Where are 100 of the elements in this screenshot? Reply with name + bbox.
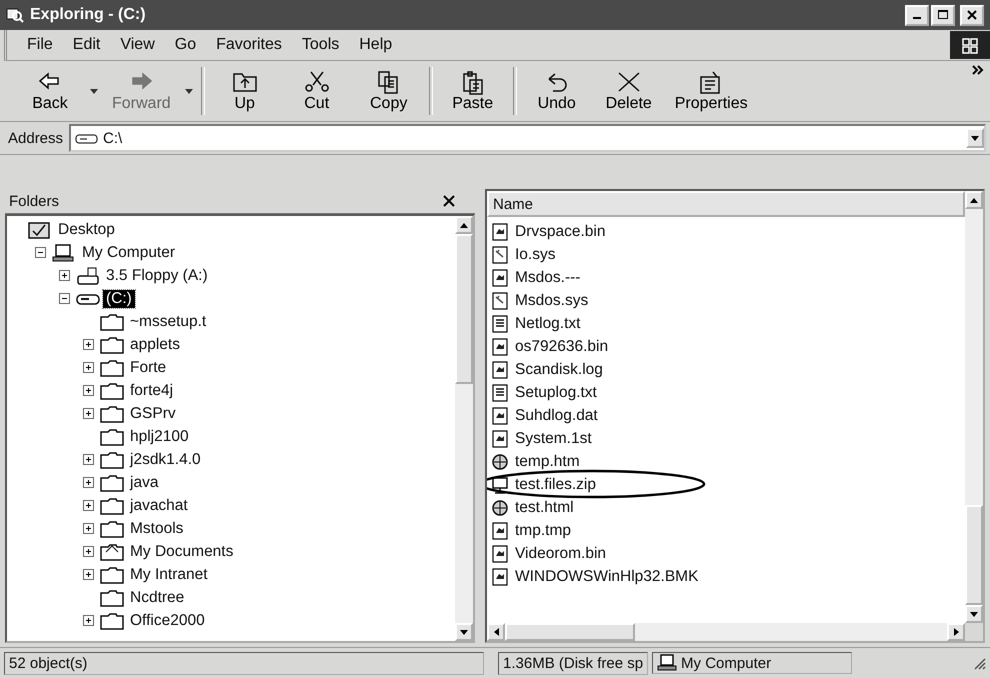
menu-item[interactable]: Go (166, 34, 204, 56)
scroll-up-icon[interactable] (970, 198, 978, 202)
close-icon[interactable] (443, 195, 455, 207)
tree-item[interactable]: applets (127, 336, 183, 354)
tree-item[interactable]: ~mssetup.t (127, 312, 210, 330)
scrollbar[interactable] (965, 191, 983, 641)
tree-item[interactable]: hplj2100 (127, 428, 192, 446)
collapse-icon[interactable] (35, 247, 46, 258)
toolbar-button[interactable]: Up (208, 67, 281, 115)
minimize-icon (913, 17, 921, 19)
address-label: Address (8, 130, 64, 146)
tree-item[interactable]: Forte (127, 358, 170, 376)
menu-item[interactable]: View (112, 34, 163, 56)
tree-item[interactable]: Desktop (55, 220, 118, 238)
scroll-up-icon[interactable] (460, 222, 468, 228)
tree-item[interactable]: My Intranet (127, 566, 211, 584)
expand-icon[interactable] (83, 408, 94, 419)
column-header[interactable]: Name (487, 191, 965, 217)
documents-folder-icon (99, 542, 125, 562)
expand-icon[interactable] (83, 615, 94, 626)
menu-item[interactable]: File (19, 34, 61, 56)
tree-item[interactable]: My Computer (79, 244, 178, 262)
expand-icon[interactable] (83, 500, 94, 511)
menu-item[interactable]: Favorites (208, 34, 290, 56)
address-field[interactable]: C:\ (69, 124, 986, 152)
status-text: My Computer (681, 654, 772, 672)
close-icon (967, 10, 977, 20)
resize-grip-icon[interactable] (972, 656, 986, 670)
tree-item[interactable]: java (127, 474, 162, 492)
folder-icon (99, 564, 125, 584)
expand-icon[interactable] (83, 523, 94, 534)
folder-icon (99, 380, 125, 400)
menu-item[interactable]: Help (351, 34, 400, 56)
status-text: 1.36MB (Disk free sp (498, 652, 648, 674)
dropdown-button[interactable] (966, 128, 984, 148)
scroll-down-icon[interactable] (460, 630, 468, 634)
tree-item[interactable]: Ncdtree (127, 588, 188, 606)
expand-icon[interactable] (59, 270, 70, 281)
window-title: Exploring - (C:) (30, 6, 146, 24)
dropdown-caret-icon[interactable] (90, 88, 98, 94)
file-name[interactable]: Scandisk.log (515, 360, 603, 378)
file-name[interactable]: os792636.bin (515, 338, 608, 356)
file-name[interactable]: Suhdlog.dat (515, 406, 598, 424)
toolbar-button[interactable]: Copy (352, 67, 425, 115)
file-name[interactable]: Videorom.bin (515, 544, 606, 562)
file-name[interactable]: temp.htm (515, 452, 580, 470)
file-name[interactable]: test.html (515, 498, 574, 516)
scrollbar-thumb[interactable] (505, 623, 635, 641)
file-name[interactable]: WINDOWSWinHlp32.BMK (515, 568, 698, 586)
file-name[interactable]: tmp.tmp (515, 522, 571, 540)
tree-item[interactable]: j2sdk1.4.0 (127, 450, 204, 468)
computer-icon (657, 654, 678, 672)
file-name[interactable]: Drvspace.bin (515, 222, 606, 240)
expand-icon[interactable] (83, 385, 94, 396)
folder-icon (99, 610, 125, 630)
expand-icon[interactable] (83, 569, 94, 580)
tree-item[interactable]: Mstools (127, 520, 186, 538)
expand-icon[interactable] (83, 546, 94, 557)
toolbar-button[interactable]: Back (14, 67, 86, 115)
close-button[interactable] (960, 4, 984, 26)
folder-icon (99, 472, 125, 492)
maximize-button[interactable] (931, 4, 955, 26)
expand-icon[interactable] (83, 454, 94, 465)
minimize-button[interactable] (905, 4, 929, 26)
scroll-left-icon[interactable] (494, 628, 498, 636)
expand-icon[interactable] (83, 477, 94, 488)
expand-icon[interactable] (83, 339, 94, 350)
tree-item[interactable]: Office2000 (127, 612, 208, 630)
file-name[interactable]: Msdos.sys (515, 292, 588, 310)
tree-item[interactable]: GSPrv (127, 404, 179, 422)
toolbar-button[interactable]: Delete (592, 67, 665, 115)
chevron-icon[interactable] (972, 65, 984, 75)
tree-item[interactable]: javachat (127, 496, 191, 514)
folder-icon (99, 358, 125, 378)
file-name[interactable]: Io.sys (515, 246, 556, 264)
scrollbar[interactable] (455, 216, 473, 641)
tree-item[interactable]: (C:) (103, 290, 135, 308)
tree-item[interactable]: 3.5 Floppy (A:) (103, 266, 211, 284)
scrollbar-thumb[interactable] (455, 234, 473, 384)
menu-item[interactable]: Tools (294, 34, 348, 56)
tree-item[interactable]: forte4j (127, 382, 176, 400)
collapse-icon[interactable] (59, 293, 70, 304)
file-name[interactable]: Netlog.txt (515, 314, 580, 332)
tree-item[interactable]: My Documents (127, 542, 236, 560)
scroll-down-icon[interactable] (970, 612, 978, 616)
toolbar-button[interactable]: Cut (280, 67, 353, 115)
scroll-right-icon[interactable] (954, 628, 958, 636)
horizontal-scrollbar[interactable] (487, 623, 965, 641)
menu-item[interactable]: Edit (64, 34, 108, 56)
toolbar-button[interactable]: Properties (664, 67, 758, 115)
toolbar-button[interactable]: Paste (436, 67, 509, 115)
toolbar-button[interactable]: Undo (520, 67, 593, 115)
file-name[interactable]: Msdos.--- (515, 268, 580, 286)
scrollbar-corner (965, 623, 983, 641)
scrollbar-thumb[interactable] (965, 505, 983, 605)
file-name[interactable]: Setuplog.txt (515, 384, 597, 402)
explorer-icon (6, 7, 24, 23)
file-name[interactable]: System.1st (515, 430, 592, 448)
folder-icon (99, 404, 125, 424)
expand-icon[interactable] (83, 362, 94, 373)
